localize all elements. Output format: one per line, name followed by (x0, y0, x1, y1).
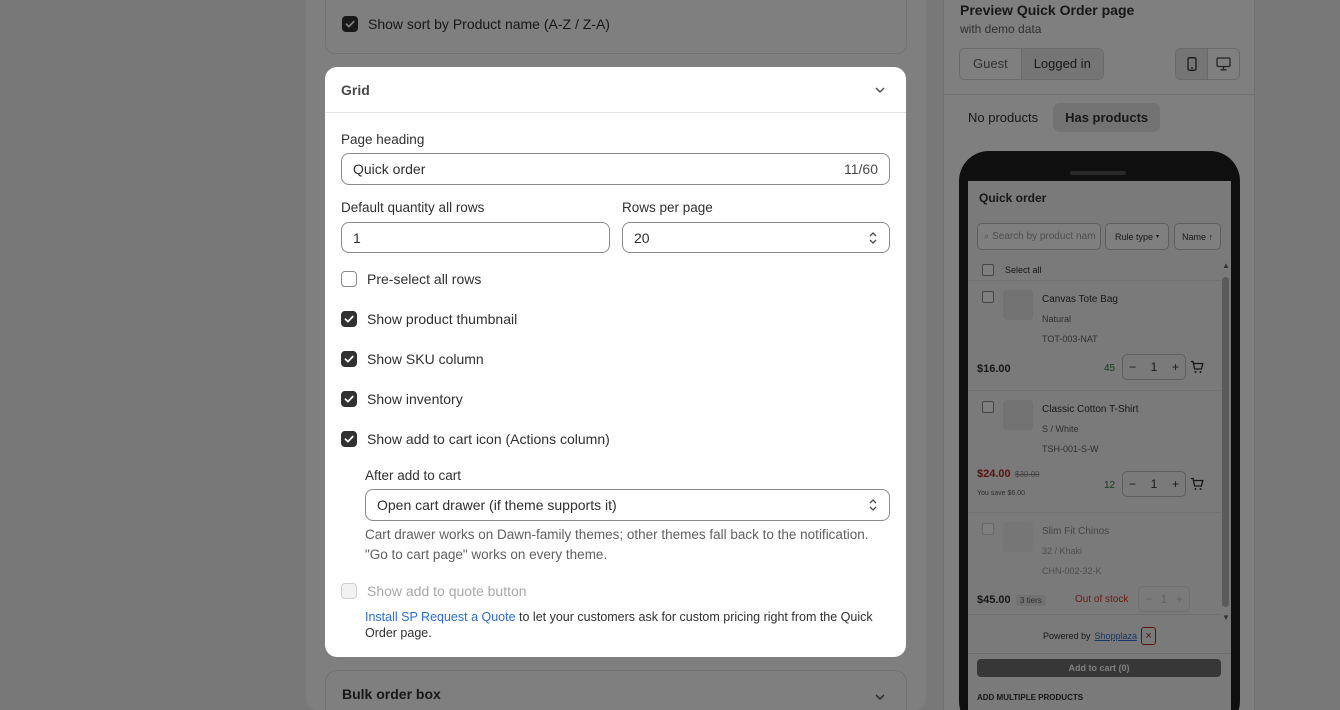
checkbox-disabled-icon (341, 583, 357, 599)
checkbox-checked-icon[interactable] (341, 431, 357, 447)
show-inventory-option[interactable]: Show inventory (341, 391, 463, 407)
show-thumbnail-option[interactable]: Show product thumbnail (341, 311, 517, 327)
show-sku-label: Show SKU column (367, 351, 484, 367)
page-heading-counter: 11/60 (844, 161, 878, 177)
grid-settings-modal: Grid Page heading Quick order 11/60 Defa… (325, 67, 906, 657)
checkbox-checked-icon[interactable] (341, 311, 357, 327)
show-inventory-label: Show inventory (367, 391, 463, 407)
default-quantity-label: Default quantity all rows (341, 200, 485, 215)
checkbox-unchecked-icon[interactable] (341, 271, 357, 287)
after-add-help: Cart drawer works on Dawn-family themes;… (365, 527, 869, 562)
show-cart-icon-label: Show add to cart icon (Actions column) (367, 431, 610, 447)
default-quantity-input[interactable]: 1 (341, 222, 610, 253)
select-arrows-icon (869, 231, 877, 244)
page-heading-label: Page heading (341, 132, 425, 147)
select-arrows-icon (869, 499, 877, 511)
checkbox-checked-icon[interactable] (341, 391, 357, 407)
show-cart-icon-option[interactable]: Show add to cart icon (Actions column) (341, 431, 610, 447)
install-quote-link[interactable]: Install SP Request a Quote (365, 610, 516, 624)
quote-button-label: Show add to quote button (367, 583, 527, 599)
after-add-select[interactable]: Open cart drawer (if theme supports it) (365, 489, 890, 521)
after-add-value[interactable]: Open cart drawer (if theme supports it) (377, 497, 617, 513)
rows-per-page-label: Rows per page (622, 200, 713, 215)
show-thumbnail-label: Show product thumbnail (367, 311, 518, 327)
page-heading-value[interactable]: Quick order (353, 161, 425, 177)
page-heading-input[interactable]: Quick order 11/60 (341, 153, 890, 185)
preselect-all-rows-option[interactable]: Pre-select all rows (341, 271, 481, 287)
show-sku-option[interactable]: Show SKU column (341, 351, 484, 367)
preselect-label: Pre-select all rows (367, 271, 482, 287)
grid-modal-header[interactable]: Grid (325, 67, 906, 113)
default-quantity-value[interactable]: 1 (353, 230, 361, 246)
chevron-down-icon[interactable] (874, 84, 886, 96)
after-add-label: After add to cart (365, 468, 462, 483)
checkbox-checked-icon[interactable] (341, 351, 357, 367)
install-quote-message: Install SP Request a Quote to let your c… (365, 609, 892, 641)
grid-modal-title: Grid (341, 82, 370, 98)
rows-per-page-value[interactable]: 20 (634, 230, 650, 246)
show-quote-button-option: Show add to quote button (341, 583, 527, 599)
rows-per-page-select[interactable]: 20 (622, 222, 890, 253)
